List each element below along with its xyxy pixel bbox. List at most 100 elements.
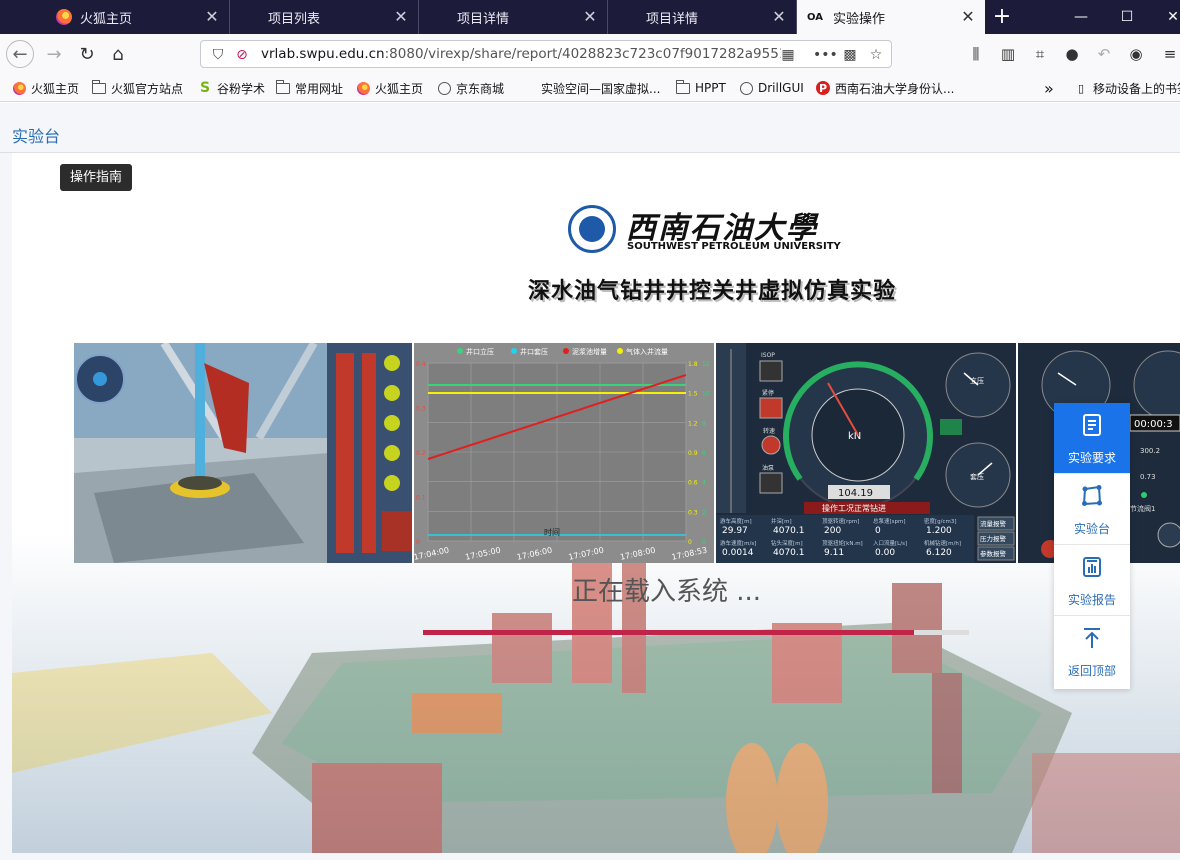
readout-value: 1.200 [926,526,952,536]
tab-project-list[interactable]: 项目列表 ✕ [230,0,419,34]
side-menu-back-to-top[interactable]: 返回顶部 [1054,616,1130,687]
folder-icon [675,79,690,95]
tab-firefox-home[interactable]: 火狐主页 ✕ [42,0,230,34]
close-icon[interactable]: ✕ [392,8,410,26]
status-led [1141,492,1147,498]
screenshot-icon[interactable]: ⌗ [1030,44,1050,64]
loading-progress-bar [423,630,969,635]
readout-label: 密度[g/cm3] [924,517,957,525]
university-seal-icon [568,205,616,253]
readout-value: 29.97 [722,526,748,536]
account-icon[interactable]: ◉ [1126,44,1146,64]
bookmark-item[interactable]: P 西南石油大学身份认... [816,79,954,97]
readout-label: 机械钻速[m/h] [924,539,961,547]
more-bookmarks-chevron-icon[interactable]: » [1044,79,1054,98]
bookmark-label: 火狐主页 [31,81,80,96]
y-right-tick-label: 0 [702,539,706,546]
page-actions-icon[interactable]: ••• [813,46,838,64]
y-left-tick-label: 0.4 [416,361,426,368]
bookmark-label: 移动设备上的书签 [1093,81,1180,96]
bookmark-item[interactable]: 京东商城 [437,79,504,97]
bookmark-item[interactable]: 实验空间—国家虚拟... [522,79,660,97]
forward-button[interactable]: → [40,40,68,68]
bookmark-label: 火狐主页 [375,81,424,96]
qr-scan-icon[interactable]: ▩ [841,46,859,64]
y-mid-tick-label: 0 [688,539,692,546]
tab-project-detail-1[interactable]: 项目详情 ✕ [419,0,608,34]
university-logo: 西南石油大學 SOUTHWEST PETROLEUM UNIVERSITY [568,205,841,257]
library-icon[interactable]: ⫼ [966,44,986,64]
home-button[interactable]: ⌂ [104,40,132,68]
mobile-icon: ▯ [1077,81,1085,95]
back-to-top-icon [1084,628,1100,648]
bookmark-item[interactable]: S 谷粉学术 [198,79,265,97]
firefox-icon [12,81,26,95]
bookmark-item[interactable]: 火狐主页 [12,79,79,97]
side-menu-experiment-requirements[interactable]: 实验要求 [1054,403,1130,474]
bookmark-label: 火狐官方站点 [111,81,184,96]
url-bar[interactable]: ⛉ ⊘ vrlab.swpu.edu.cn:8080/virexp/share/… [200,40,892,68]
workbench-icon [1082,485,1102,506]
readout-value: 0.00 [875,548,895,558]
minimize-icon[interactable]: — [1058,0,1104,34]
y-left-tick-label: 0.3 [416,406,426,413]
y-right-tick-label: 6 [702,450,706,457]
bookmark-folder[interactable]: 火狐官方站点 [91,79,184,97]
bookmark-label: 常用网址 [295,81,344,96]
y-right-tick-label: 10 [702,391,710,398]
reload-button[interactable]: ↻ [73,40,101,68]
page-content: 实验台 操作指南 西南石油大學 SOUTHWEST PETROLEUM UNIV… [0,103,1180,860]
y-left-tick-label: 0.2 [416,450,426,457]
qr-code-icon[interactable]: ▦ [779,46,797,64]
bookmark-item[interactable]: DrillGUI [739,79,804,97]
tab-project-detail-2[interactable]: 项目详情 ✕ [608,0,797,34]
maximize-icon[interactable]: ☐ [1104,0,1150,34]
bookmarks-toolbar: 火狐主页 火狐官方站点 S 谷粉学术 常用网址 火狐主页 京东商城 实验空间—国… [0,74,1180,102]
close-icon[interactable]: ✕ [203,8,221,26]
isop-button-label: ISOP [761,352,775,359]
choke-value-2: 0.73 [1140,473,1156,481]
close-icon[interactable]: ✕ [959,8,977,26]
pump-button-label: 油泵 [762,464,774,472]
legend-marker [511,348,517,354]
chat-icon[interactable]: ● [1062,44,1082,64]
insecure-lock-icon[interactable]: ⊘ [233,46,251,64]
bookmark-star-icon[interactable]: ☆ [867,46,885,64]
tab-label: 项目详情 [457,11,510,27]
close-icon[interactable]: ✕ [581,8,599,26]
legend-label: 泥浆池增量 [572,347,607,356]
bookmark-item[interactable]: 火狐主页 [356,79,423,97]
side-menu-experiment-report[interactable]: 实验报告 [1054,545,1130,616]
bookmark-folder[interactable]: ▯ 移动设备上的书签 [1074,79,1180,97]
pump-button [759,472,783,494]
readout-label: 井深[m] [771,517,792,525]
bookmark-folder[interactable]: 常用网址 [275,79,344,97]
browser-tab-strip: 火狐主页 ✕ 项目列表 ✕ 项目详情 ✕ 项目详情 ✕ OA 实验操作 ✕ + … [0,0,1180,34]
timer-value: 00:00:3 [1134,419,1173,430]
readout-value: 6.120 [926,548,952,558]
blank-favicon [433,9,449,25]
back-button[interactable]: ← [6,40,34,68]
navigation-toolbar: ← → ↻ ⌂ ⛉ ⊘ vrlab.swpu.edu.cn:8080/virex… [0,34,1180,74]
firefox-icon [56,9,72,25]
firefox-icon [356,81,370,95]
undo-icon[interactable]: ↶ [1094,44,1114,64]
window-close-icon[interactable]: ✕ [1150,0,1180,34]
green-indicator [940,419,962,435]
oa-favicon-icon: OA [807,11,823,23]
kn-unit-label: kN [848,431,861,442]
bookmark-folder[interactable]: HPPT [675,79,726,97]
shield-icon[interactable]: ⛉ [209,46,227,64]
tab-experiment-operation[interactable]: OA 实验操作 ✕ [797,0,985,34]
control-knob [1157,522,1180,548]
sidebar-icon[interactable]: ▥ [998,44,1018,64]
tab-workbench[interactable]: 实验台 [12,123,61,155]
url-text[interactable]: vrlab.swpu.edu.cn:8080/virexp/share/repo… [261,46,781,62]
casing-label: 套压 [970,472,984,481]
y-mid-tick-label: 1.8 [688,361,698,368]
side-menu-workbench[interactable]: 实验台 [1054,474,1130,545]
menu-icon[interactable]: ≡ [1160,44,1180,64]
new-tab-button[interactable]: + [990,6,1014,28]
close-icon[interactable]: ✕ [770,8,788,26]
operation-guide-button[interactable]: 操作指南 [60,164,133,191]
